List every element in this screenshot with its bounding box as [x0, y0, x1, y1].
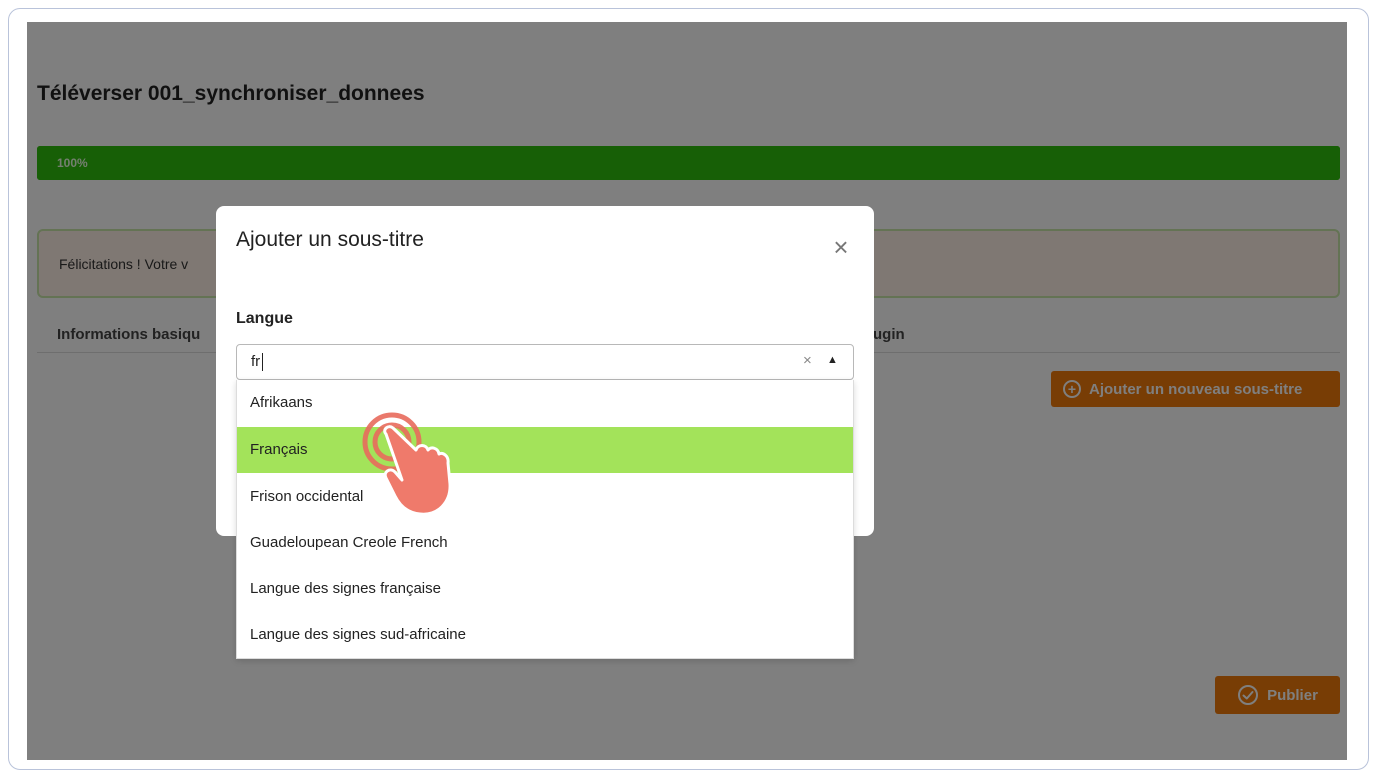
- clear-icon[interactable]: ×: [803, 352, 812, 369]
- language-search-input[interactable]: fr: [251, 353, 264, 371]
- option-guadeloupean-creole-french[interactable]: Guadeloupean Creole French: [237, 520, 853, 566]
- option-langue-des-signes-sud-africaine[interactable]: Langue des signes sud-africaine: [237, 612, 853, 658]
- option-afrikaans[interactable]: Afrikaans: [237, 380, 853, 426]
- modal-title: Ajouter un sous-titre: [236, 228, 424, 251]
- option-frison-occidental[interactable]: Frison occidental: [237, 474, 853, 520]
- language-field-label: Langue: [236, 310, 293, 327]
- tap-hand-cursor-icon: [362, 412, 452, 516]
- option-francais[interactable]: Français: [237, 427, 853, 473]
- caret-up-icon[interactable]: ▲: [827, 354, 838, 366]
- language-select[interactable]: fr × ▲: [236, 344, 854, 380]
- close-icon[interactable]: ×: [828, 234, 854, 260]
- option-langue-des-signes-francaise[interactable]: Langue des signes française: [237, 566, 853, 612]
- language-options-list: Afrikaans Français Frison occidental Gua…: [236, 380, 854, 659]
